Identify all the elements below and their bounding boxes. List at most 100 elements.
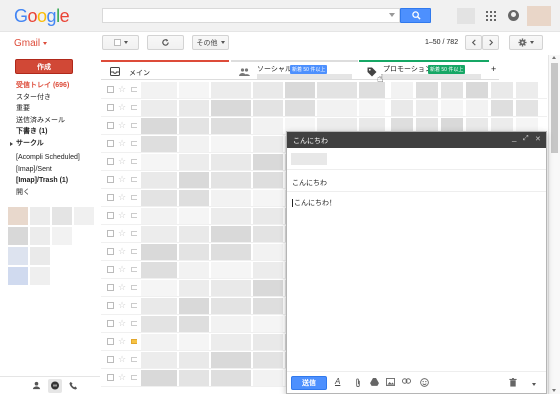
star-icon[interactable]: ☆ [118,210,126,221]
close-icon[interactable]: ✕ [535,135,541,143]
importance-icon[interactable] [131,321,137,326]
importance-icon[interactable] [131,285,137,290]
row-checkbox[interactable] [107,302,114,309]
sidebar-item[interactable]: 重要 [0,103,100,115]
star-icon[interactable]: ☆ [118,300,126,311]
recipients-field[interactable] [287,148,546,170]
importance-icon[interactable] [131,375,137,380]
more-button[interactable]: その他 [192,35,229,50]
scrollbar-thumb[interactable] [551,63,558,153]
avatar[interactable] [527,6,551,26]
sidebar-item[interactable]: 開く [0,187,100,199]
add-tab-button[interactable]: + [489,60,499,80]
row-checkbox[interactable] [107,284,114,291]
sidebar-item[interactable]: [Imap]/Trash (1) [0,175,100,187]
prev-page-button[interactable] [465,35,482,50]
importance-icon[interactable] [131,267,137,272]
account-circle-icon[interactable] [508,10,519,21]
row-checkbox[interactable] [107,194,114,201]
table-row[interactable]: ☆ [101,99,547,117]
row-checkbox[interactable] [107,248,114,255]
tab-social[interactable]: ソーシャル 新着 50 件以上 [231,60,358,80]
row-checkbox[interactable] [107,230,114,237]
select-checkbox-button[interactable] [102,35,139,50]
photo-icon[interactable] [386,378,395,388]
star-icon[interactable]: ☆ [118,84,126,95]
row-checkbox[interactable] [107,122,114,129]
more-options-icon[interactable] [532,380,536,388]
apps-grid-icon[interactable] [486,11,496,21]
row-checkbox[interactable] [107,104,114,111]
scroll-up-icon[interactable] [552,56,556,59]
row-checkbox[interactable] [107,338,114,345]
trash-icon[interactable] [509,378,517,389]
sidebar-item[interactable]: [Acompli Scheduled] [0,152,100,164]
star-icon[interactable]: ☆ [118,318,126,329]
star-icon[interactable]: ☆ [118,120,126,131]
importance-icon[interactable] [131,159,137,164]
expand-icon[interactable]: ⤢ [523,135,529,143]
refresh-button[interactable] [147,35,184,50]
star-icon[interactable]: ☆ [118,264,126,275]
importance-icon[interactable] [131,177,137,182]
importance-icon[interactable] [131,123,137,128]
row-checkbox[interactable] [107,266,114,273]
row-checkbox[interactable] [107,158,114,165]
sidebar-item[interactable]: スター付き [0,92,100,104]
send-button[interactable]: 送信 [291,376,327,390]
row-checkbox[interactable] [107,374,114,381]
importance-icon[interactable] [131,231,137,236]
settings-button[interactable] [509,35,543,50]
gmail-menu[interactable]: Gmail [14,38,47,49]
row-checkbox[interactable] [107,356,114,363]
hangouts-icon[interactable] [48,379,62,393]
star-icon[interactable]: ☆ [118,192,126,203]
emoji-icon[interactable] [420,378,429,389]
next-page-button[interactable] [482,35,499,50]
importance-icon[interactable] [131,303,137,308]
importance-icon[interactable] [131,249,137,254]
star-icon[interactable]: ☆ [118,228,126,239]
search-input[interactable] [103,9,399,22]
sidebar-item[interactable]: [Imap]/Sent [0,164,100,176]
sidebar-item[interactable]: 送信済みメール [0,115,100,127]
scrollbar[interactable] [548,55,560,394]
importance-icon[interactable] [131,357,137,362]
paperclip-icon[interactable] [355,378,361,389]
scroll-down-icon[interactable] [552,389,556,392]
row-checkbox[interactable] [107,86,114,93]
text-format-icon[interactable]: A [335,378,340,386]
search-button[interactable] [400,8,431,23]
star-icon[interactable]: ☆ [118,246,126,257]
star-icon[interactable]: ☆ [118,102,126,113]
sidebar-item[interactable]: 下書き (1) [0,126,100,138]
star-icon[interactable]: ☆ [118,354,126,365]
row-checkbox[interactable] [107,212,114,219]
sidebar-item[interactable]: 受信トレイ (696) [0,80,100,92]
contacts-icon[interactable] [32,381,42,391]
importance-icon[interactable] [131,339,137,344]
compose-button[interactable]: 作成 [15,59,73,74]
link-icon[interactable] [402,378,411,386]
compose-header[interactable]: こんにちわ _ ⤢ ✕ [287,132,546,148]
star-icon[interactable]: ☆ [118,282,126,293]
subject-field[interactable]: こんにちわ [287,170,546,192]
sidebar-item[interactable]: サークル [0,138,100,150]
importance-icon[interactable] [131,213,137,218]
drive-icon[interactable] [370,378,379,388]
phone-icon[interactable] [69,381,79,391]
importance-icon[interactable] [131,87,137,92]
row-checkbox[interactable] [107,140,114,147]
recipient-chip[interactable] [291,153,327,165]
row-checkbox[interactable] [107,176,114,183]
star-icon[interactable]: ☆ [118,174,126,185]
importance-icon[interactable] [131,195,137,200]
minimize-icon[interactable]: _ [512,133,516,142]
search-options-icon[interactable] [389,13,395,17]
table-row[interactable]: ☆ [101,81,547,99]
google-logo[interactable]: Google [14,6,70,27]
message-body[interactable]: こんにちわ！ [292,198,336,208]
star-icon[interactable]: ☆ [118,372,126,383]
row-checkbox[interactable] [107,320,114,327]
importance-icon[interactable] [131,105,137,110]
